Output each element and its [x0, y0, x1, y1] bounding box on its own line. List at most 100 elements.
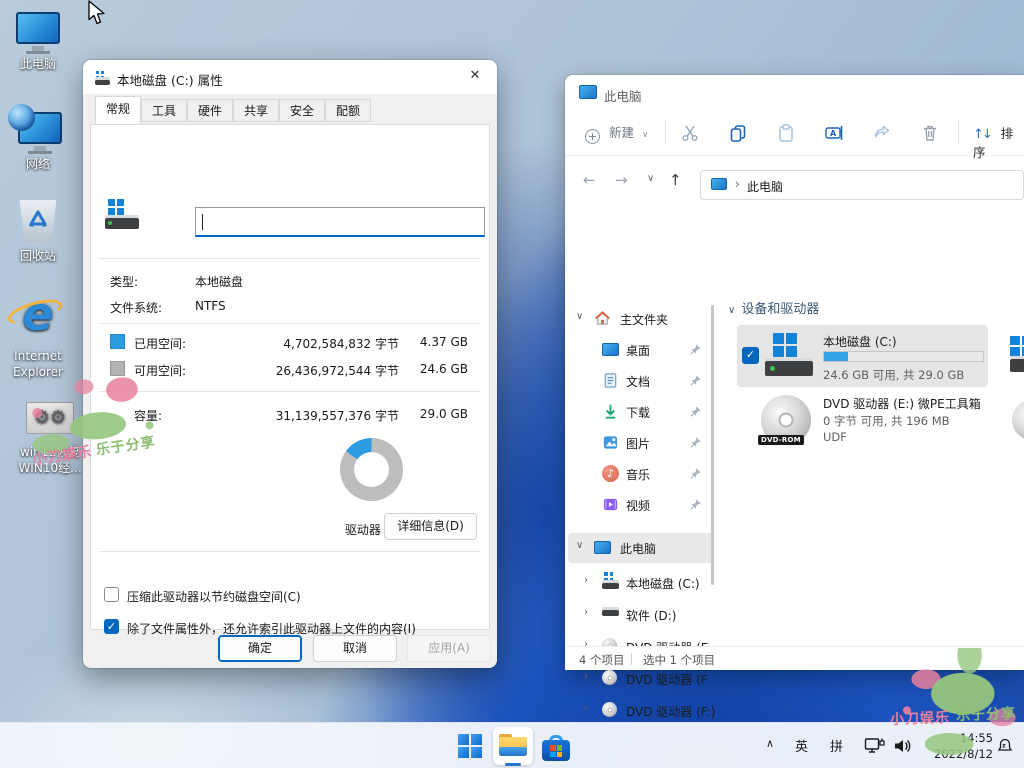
sidebar-item-downloads[interactable]: 下载	[568, 397, 714, 427]
expander-icon[interactable]: ∨	[576, 311, 583, 322]
expander-icon[interactable]: ›	[584, 703, 588, 714]
sidebar-item-label: 此电脑	[620, 540, 656, 557]
taskbar: ∧ 英 拼 14:55 2022/8/12 z	[0, 722, 1024, 768]
new-button[interactable]: + 新建 ∨	[585, 122, 649, 144]
tab-quota[interactable]: 配额	[325, 99, 371, 122]
history-chevron[interactable]: ∨	[647, 173, 654, 184]
rename-icon[interactable]: A	[824, 123, 844, 143]
used-space-size: 4.37 GB	[420, 335, 468, 349]
compress-checkbox[interactable]	[104, 587, 119, 602]
dvd-rom-label: DVD-ROM	[758, 435, 804, 445]
section-devices-and-drives[interactable]: ∨设备和驱动器	[728, 298, 819, 317]
home-icon	[594, 310, 611, 327]
cut-icon[interactable]	[680, 123, 700, 143]
sidebar-item-local-disk-c[interactable]: › 本地磁盘 (C:)	[568, 568, 714, 598]
explorer-title: 此电脑	[604, 86, 642, 105]
back-button[interactable]: ←	[583, 171, 596, 189]
type-label: 类型:	[110, 273, 138, 290]
details-button[interactable]: 详细信息(D)	[384, 513, 477, 540]
properties-dialog: 本地磁盘 (C:) 属性 ✕ 常规 工具 硬件 共享 安全 配额 类型: 本地磁…	[83, 60, 497, 668]
cancel-button[interactable]: 取消	[313, 635, 397, 662]
tray-clock[interactable]: 14:55 2022/8/12	[934, 730, 993, 762]
share-icon[interactable]	[872, 123, 892, 143]
sidebar-item-documents[interactable]: 文档	[568, 366, 714, 396]
expander-icon[interactable]: ›	[584, 671, 588, 682]
volume-icon[interactable]	[893, 737, 913, 755]
sidebar-item-desktop[interactable]: 桌面	[568, 335, 714, 365]
sidebar-item-music[interactable]: ♪ 音乐	[568, 459, 714, 489]
ime-mode-indicator[interactable]: 英	[795, 736, 808, 755]
taskbar-explorer-button[interactable]	[493, 727, 533, 765]
tab-security[interactable]: 安全	[279, 99, 325, 122]
download-icon	[602, 403, 619, 420]
tab-tools[interactable]: 工具	[141, 99, 187, 122]
section-chevron-icon[interactable]: ∨	[728, 305, 735, 316]
sidebar-item-pictures[interactable]: 图片	[568, 428, 714, 458]
tab-general[interactable]: 常规	[95, 96, 141, 124]
pin-icon	[689, 374, 702, 387]
drive-c-tile[interactable]: ✓ 本地磁盘 (C:) 24.6 GB 可用, 共 29.0 GB	[737, 325, 988, 387]
partial-dvd-f-icon[interactable]	[1012, 400, 1024, 440]
sidebar-item-this-pc[interactable]: ∨ 此电脑	[568, 533, 714, 563]
free-space-bytes: 26,436,972,544 字节	[276, 362, 399, 379]
document-icon	[602, 372, 619, 389]
sidebar-item-drive-d[interactable]: › 软件 (D:)	[568, 600, 714, 630]
taskbar-store-button[interactable]	[536, 727, 576, 765]
bell-icon[interactable]: z	[996, 737, 1014, 755]
paste-icon[interactable]	[776, 123, 796, 143]
sidebar-scrollbar[interactable]	[711, 305, 714, 585]
ok-button[interactable]: 确定	[218, 635, 302, 662]
copy-icon[interactable]	[728, 123, 748, 143]
tab-hardware[interactable]: 硬件	[187, 99, 233, 122]
drive-icon	[602, 610, 619, 627]
desktop-icon-win11-restore[interactable]: ⚙⚙ win11恢复 WIN10经...	[12, 402, 88, 476]
close-icon[interactable]: ✕	[465, 68, 485, 86]
expander-icon[interactable]: ∨	[576, 540, 583, 551]
desktop-icon-network[interactable]: 网络	[0, 104, 76, 172]
desktop-icon-label-line1: Internet	[0, 348, 76, 364]
sidebar-item-home[interactable]: ∨ 主文件夹	[568, 304, 714, 334]
index-checkbox[interactable]: ✓	[104, 619, 119, 634]
desktop-icon-this-pc[interactable]: 此电脑	[0, 12, 76, 72]
used-space-swatch	[110, 334, 125, 349]
gears-icon: ⚙⚙	[26, 402, 74, 434]
expander-icon[interactable]: ›	[584, 607, 588, 618]
network-tray-icon[interactable]	[864, 736, 886, 756]
up-button[interactable]: ↑	[669, 171, 682, 189]
windows-logo-icon	[458, 734, 482, 758]
address-bar[interactable]: › 此电脑	[700, 170, 1024, 200]
free-space-swatch	[110, 361, 125, 376]
partial-drive-d-icon[interactable]	[1010, 336, 1024, 372]
network-globe-icon	[8, 104, 35, 131]
explorer-navbar: ← → ∨ ↑ › 此电脑	[565, 156, 1024, 208]
sidebar-item-label: DVD 驱动器 (F:)	[626, 703, 716, 720]
tab-sharing[interactable]: 共享	[233, 99, 279, 122]
tray-date: 2022/8/12	[934, 746, 993, 762]
drive-info: 24.6 GB 可用, 共 29.0 GB	[823, 367, 964, 383]
pin-icon	[689, 436, 702, 449]
status-item-count: 4 个项目	[579, 652, 624, 668]
desktop-icon-label-line2: WIN10经...	[12, 460, 88, 476]
sidebar-item-videos[interactable]: 视频	[568, 490, 714, 520]
apply-button[interactable]: 应用(A)	[407, 635, 491, 662]
breadcrumb-item[interactable]: 此电脑	[747, 178, 783, 195]
sidebar-item-label: 主文件夹	[620, 311, 668, 328]
volume-label-input[interactable]	[195, 207, 485, 237]
ime-name-indicator[interactable]: 拼	[830, 736, 843, 755]
recycle-bin-icon	[18, 200, 58, 242]
desktop-icon-internet-explorer[interactable]: e Internet Explorer	[0, 288, 76, 380]
forward-button[interactable]: →	[615, 171, 628, 189]
tray-time: 14:55	[934, 730, 993, 746]
svg-text:z: z	[1002, 743, 1006, 750]
start-button[interactable]	[450, 727, 490, 765]
explorer-titlebar[interactable]: 此电脑	[565, 75, 1024, 111]
item-checkbox[interactable]: ✓	[742, 347, 759, 364]
dialog-titlebar[interactable]: 本地磁盘 (C:) 属性 ✕	[83, 60, 497, 94]
expander-icon[interactable]: ›	[584, 575, 588, 586]
tray-chevron-icon[interactable]: ∧	[766, 737, 774, 750]
dvd-e-tile[interactable]: DVD-ROM DVD 驱动器 (E:) 微PE工具箱 0 字节 可用, 共 1…	[737, 391, 988, 449]
pin-icon	[689, 405, 702, 418]
internet-explorer-icon: e	[10, 288, 66, 344]
delete-icon[interactable]	[920, 123, 940, 143]
desktop-icon-recycle-bin[interactable]: 回收站	[0, 200, 76, 264]
